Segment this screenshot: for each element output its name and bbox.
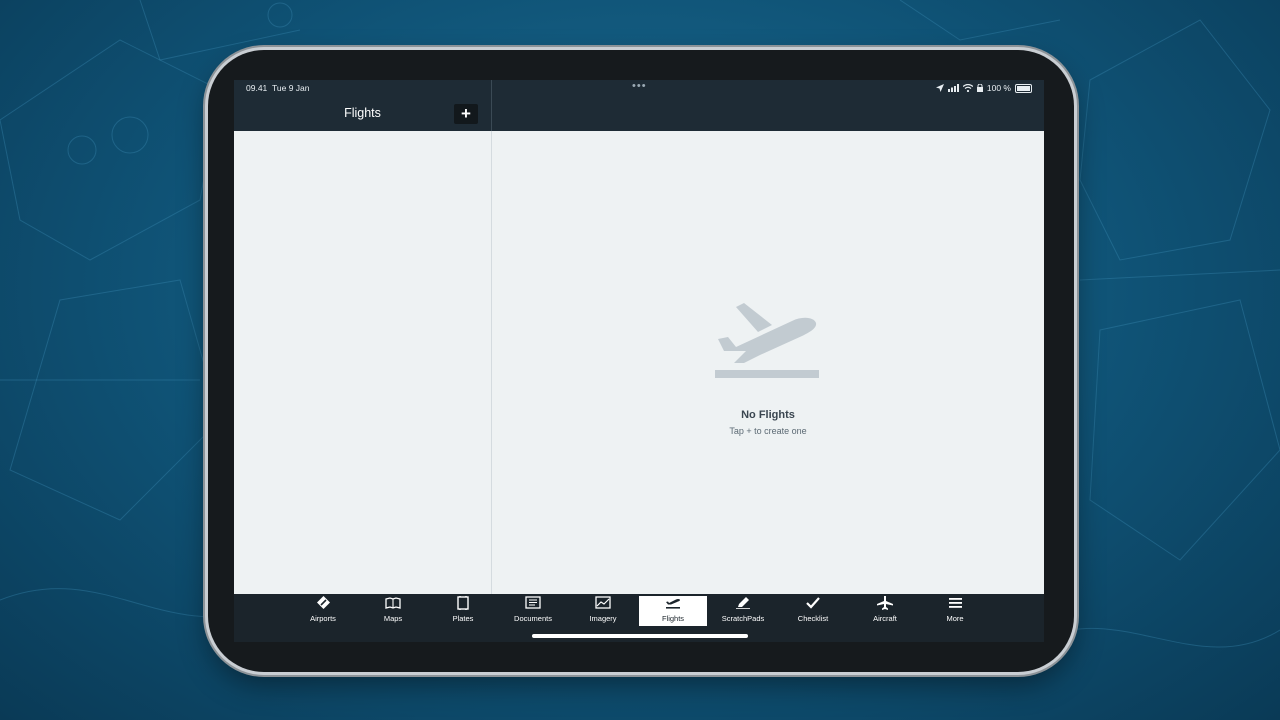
tab-label: Airports	[310, 614, 336, 623]
lock-rotation-icon	[976, 84, 983, 92]
tab-scratchpads[interactable]: ScratchPads	[709, 596, 777, 626]
tab-label: Plates	[452, 614, 474, 623]
tab-maps[interactable]: Maps	[359, 596, 427, 626]
location-icon	[935, 84, 944, 92]
documents-icon	[499, 596, 567, 614]
home-indicator[interactable]	[532, 634, 748, 638]
airplane-icon	[851, 596, 919, 614]
status-time: 09.41 Tue 9 Jan	[246, 83, 310, 93]
pencil-icon	[709, 596, 777, 614]
tab-plates[interactable]: Plates	[429, 596, 497, 626]
tab-checklist[interactable]: Checklist	[779, 596, 847, 626]
page-title: Flights	[344, 106, 381, 120]
flights-list[interactable]	[234, 131, 492, 594]
flight-departure-icon	[715, 303, 819, 378]
detail-pane: No Flights Tap + to create one	[492, 131, 1044, 594]
add-flight-button[interactable]: +	[454, 104, 478, 124]
multitask-dots[interactable]: •••	[632, 80, 647, 92]
battery-percent: 100 %	[986, 83, 1011, 93]
status-bar: 09.41 Tue 9 Jan ••• 100 %	[234, 80, 1044, 96]
tab-documents[interactable]: Documents	[499, 596, 567, 626]
signal-icon	[947, 84, 959, 92]
tab-label: Maps	[383, 614, 403, 623]
imagery-icon	[569, 596, 637, 614]
header-divider	[491, 80, 492, 131]
tab-label: Flights	[661, 614, 685, 623]
plates-icon	[429, 596, 497, 614]
tab-imagery[interactable]: Imagery	[569, 596, 637, 626]
empty-state-subtitle: Tap + to create one	[729, 426, 807, 436]
tab-label: ScratchPads	[721, 614, 765, 623]
wifi-icon	[962, 84, 973, 92]
status-indicators: 100 %	[935, 83, 1032, 93]
tab-label: Checklist	[797, 614, 829, 623]
map-icon	[359, 596, 427, 614]
battery-icon	[1015, 83, 1032, 93]
menu-icon	[921, 596, 989, 614]
airport-icon	[289, 596, 357, 614]
checkmark-icon	[779, 596, 847, 614]
empty-state-title: No Flights	[741, 409, 795, 421]
list-header: Flights +	[234, 96, 491, 131]
tab-aircraft[interactable]: Aircraft	[851, 596, 919, 626]
flight-departure-icon	[639, 596, 707, 614]
ipad-device: 09.41 Tue 9 Jan ••• 100 % Flights + No F…	[208, 50, 1074, 672]
tab-more[interactable]: More	[921, 596, 989, 626]
tab-flights[interactable]: Flights	[639, 596, 707, 626]
tab-airports[interactable]: Airports	[289, 596, 357, 626]
tab-label: More	[946, 614, 964, 623]
tab-label: Aircraft	[873, 614, 897, 623]
tab-label: Imagery	[589, 614, 617, 623]
app-screen: 09.41 Tue 9 Jan ••• 100 % Flights + No F…	[234, 80, 1044, 642]
tab-label: Documents	[514, 614, 552, 623]
